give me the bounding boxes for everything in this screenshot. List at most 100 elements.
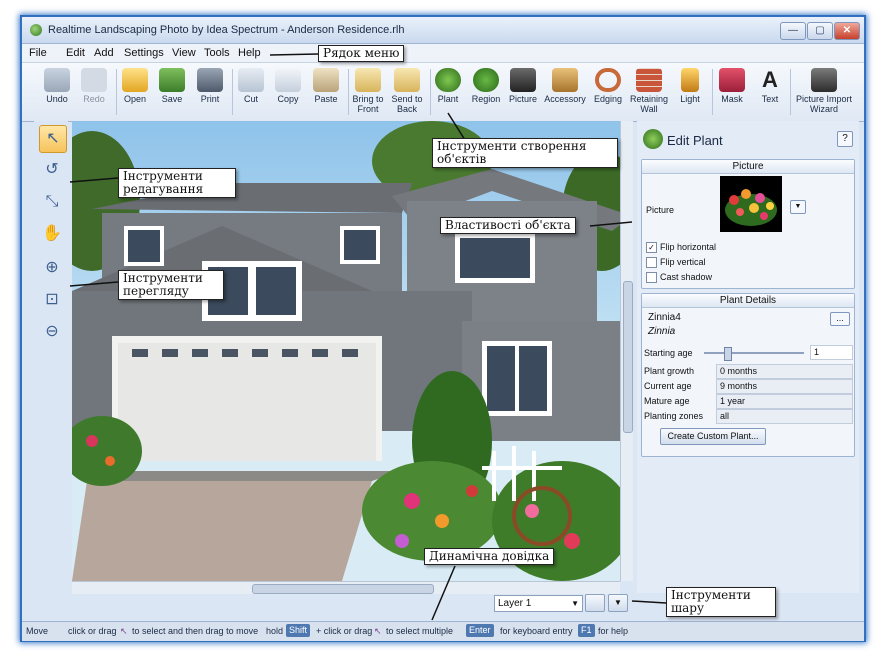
app-logo-icon: [30, 24, 42, 36]
f1-key-badge: F1: [578, 624, 595, 637]
create-custom-plant-button[interactable]: Create Custom Plant...: [660, 428, 766, 445]
browse-plant-button[interactable]: ...: [830, 312, 850, 326]
flower-thumbnail: [725, 189, 777, 226]
accessory-button[interactable]: Accessory: [542, 66, 588, 118]
cut-button[interactable]: Cut: [231, 66, 271, 118]
redo-icon: [81, 68, 107, 92]
flip-horizontal-checkbox[interactable]: ✓: [646, 242, 657, 253]
panel-title: Edit Plant: [667, 133, 723, 148]
plant-icon: [435, 68, 461, 92]
redo-button[interactable]: Redo: [74, 66, 114, 118]
open-button[interactable]: Open: [115, 66, 155, 118]
picture-dropdown-button[interactable]: ▼: [790, 200, 806, 214]
vertical-scroll-thumb[interactable]: [623, 281, 633, 433]
horizontal-scrollbar[interactable]: [72, 581, 620, 594]
paste-icon: [313, 68, 339, 92]
enter-key-badge: Enter: [466, 624, 494, 637]
vertical-scrollbar[interactable]: [620, 121, 633, 581]
maximize-button[interactable]: ▢: [807, 22, 833, 40]
bring-to-front-button[interactable]: Bring to Front: [347, 66, 389, 118]
print-button[interactable]: Print: [190, 66, 230, 118]
zoom-out-icon[interactable]: ⊖: [39, 319, 65, 345]
cursor-icon: ↖: [120, 626, 128, 636]
pan-hand-icon[interactable]: ✋: [39, 221, 65, 247]
current-age-label: Current age: [644, 381, 692, 391]
mature-age-value: 1 year: [716, 394, 853, 409]
chevron-down-icon: ▼: [571, 599, 579, 608]
brick-wall-icon: [636, 68, 662, 92]
menu-add[interactable]: Add: [94, 47, 114, 59]
send-to-back-button[interactable]: Send to Back: [386, 66, 428, 118]
cast-shadow-label: Cast shadow: [660, 272, 713, 282]
mature-age-label: Mature age: [644, 396, 690, 406]
edging-button[interactable]: Edging: [588, 66, 628, 118]
slider-thumb[interactable]: [724, 347, 732, 361]
copy-button[interactable]: Copy: [268, 66, 308, 118]
menu-file[interactable]: File: [29, 47, 47, 59]
resize-icon[interactable]: ⤡: [39, 189, 65, 215]
toolbar-divider: [790, 69, 791, 115]
starting-age-input[interactable]: 1: [810, 345, 853, 360]
menu-tools[interactable]: Tools: [204, 47, 230, 59]
paste-button[interactable]: Paste: [306, 66, 346, 118]
plant-button[interactable]: Plant: [428, 66, 468, 118]
region-icon: [473, 68, 499, 92]
zoom-in-icon[interactable]: ⊕: [39, 255, 65, 281]
plant-icon: [643, 129, 663, 149]
copy-icon: [275, 68, 301, 92]
help-button[interactable]: ?: [837, 131, 853, 147]
camera-icon: [510, 68, 536, 92]
text-button[interactable]: A Text: [750, 66, 790, 118]
status-text: to select and then drag to move: [132, 626, 259, 636]
picture-import-wizard-button[interactable]: Picture Import Wizard: [794, 66, 854, 118]
status-bar: Move click or drag ↖ to select and then …: [22, 621, 864, 641]
main-toolbar: Undo Redo Open Save Print Cut Copy Paste: [22, 63, 864, 122]
mask-button[interactable]: Mask: [712, 66, 752, 118]
shift-key-badge: Shift: [286, 624, 311, 637]
callout-create-tools: Інструменти створення об'єктів: [432, 138, 618, 168]
menu-edit[interactable]: Edit: [66, 47, 85, 59]
menu-view[interactable]: View: [172, 47, 196, 59]
layer-select[interactable]: Layer 1 ▼: [494, 595, 583, 612]
layer-menu-button[interactable]: ▼: [608, 594, 628, 612]
retaining-wall-button[interactable]: Retaining Wall: [628, 66, 670, 118]
minimize-button[interactable]: —: [780, 22, 806, 40]
zoom-fit-icon[interactable]: ⊡: [39, 287, 65, 313]
save-button[interactable]: Save: [152, 66, 192, 118]
plant-details-group: Plant Details Zinnia4 Zinnia ... Startin…: [641, 293, 855, 457]
status-text: + click or drag: [316, 626, 373, 636]
undo-button[interactable]: Undo: [37, 66, 77, 118]
bring-to-front-icon: [355, 68, 381, 92]
callout-layer-tools: Інструменти шару: [666, 587, 776, 617]
starting-age-slider[interactable]: [704, 347, 804, 361]
left-toolbar: ↖ ↺ ⤡ ✋ ⊕ ⊡ ⊖: [34, 121, 68, 616]
status-text: hold: [266, 626, 284, 636]
light-button[interactable]: Light: [670, 66, 710, 118]
menu-settings[interactable]: Settings: [124, 47, 164, 59]
status-text: to select multiple: [386, 626, 454, 636]
save-icon: [159, 68, 185, 92]
planting-zones-label: Planting zones: [644, 411, 704, 421]
plant-growth-value: 0 months: [716, 364, 853, 379]
edging-icon: [595, 68, 621, 92]
picture-label: Picture: [646, 205, 675, 215]
undo-icon: [44, 68, 70, 92]
callout-help: Динамічна довідка: [424, 548, 555, 565]
send-to-back-icon: [394, 68, 420, 92]
wizard-icon: [811, 68, 837, 92]
region-button[interactable]: Region: [466, 66, 506, 118]
cast-shadow-checkbox[interactable]: [646, 272, 657, 283]
picture-group-header: Picture: [642, 160, 854, 174]
current-age-value: 9 months: [716, 379, 853, 394]
layer-manager-button[interactable]: [585, 594, 605, 612]
horizontal-scroll-thumb[interactable]: [252, 584, 434, 594]
menu-bar: File Edit Add Settings View Tools Help: [22, 44, 864, 63]
menu-help[interactable]: Help: [238, 47, 261, 59]
rotate-icon[interactable]: ↺: [39, 157, 65, 183]
flip-vertical-checkbox[interactable]: [646, 257, 657, 268]
select-arrow-icon[interactable]: ↖: [39, 125, 67, 153]
plant-details-header: Plant Details: [642, 294, 854, 308]
scissors-icon: [238, 68, 264, 92]
picture-button[interactable]: Picture: [503, 66, 543, 118]
close-button[interactable]: ✕: [834, 22, 860, 40]
